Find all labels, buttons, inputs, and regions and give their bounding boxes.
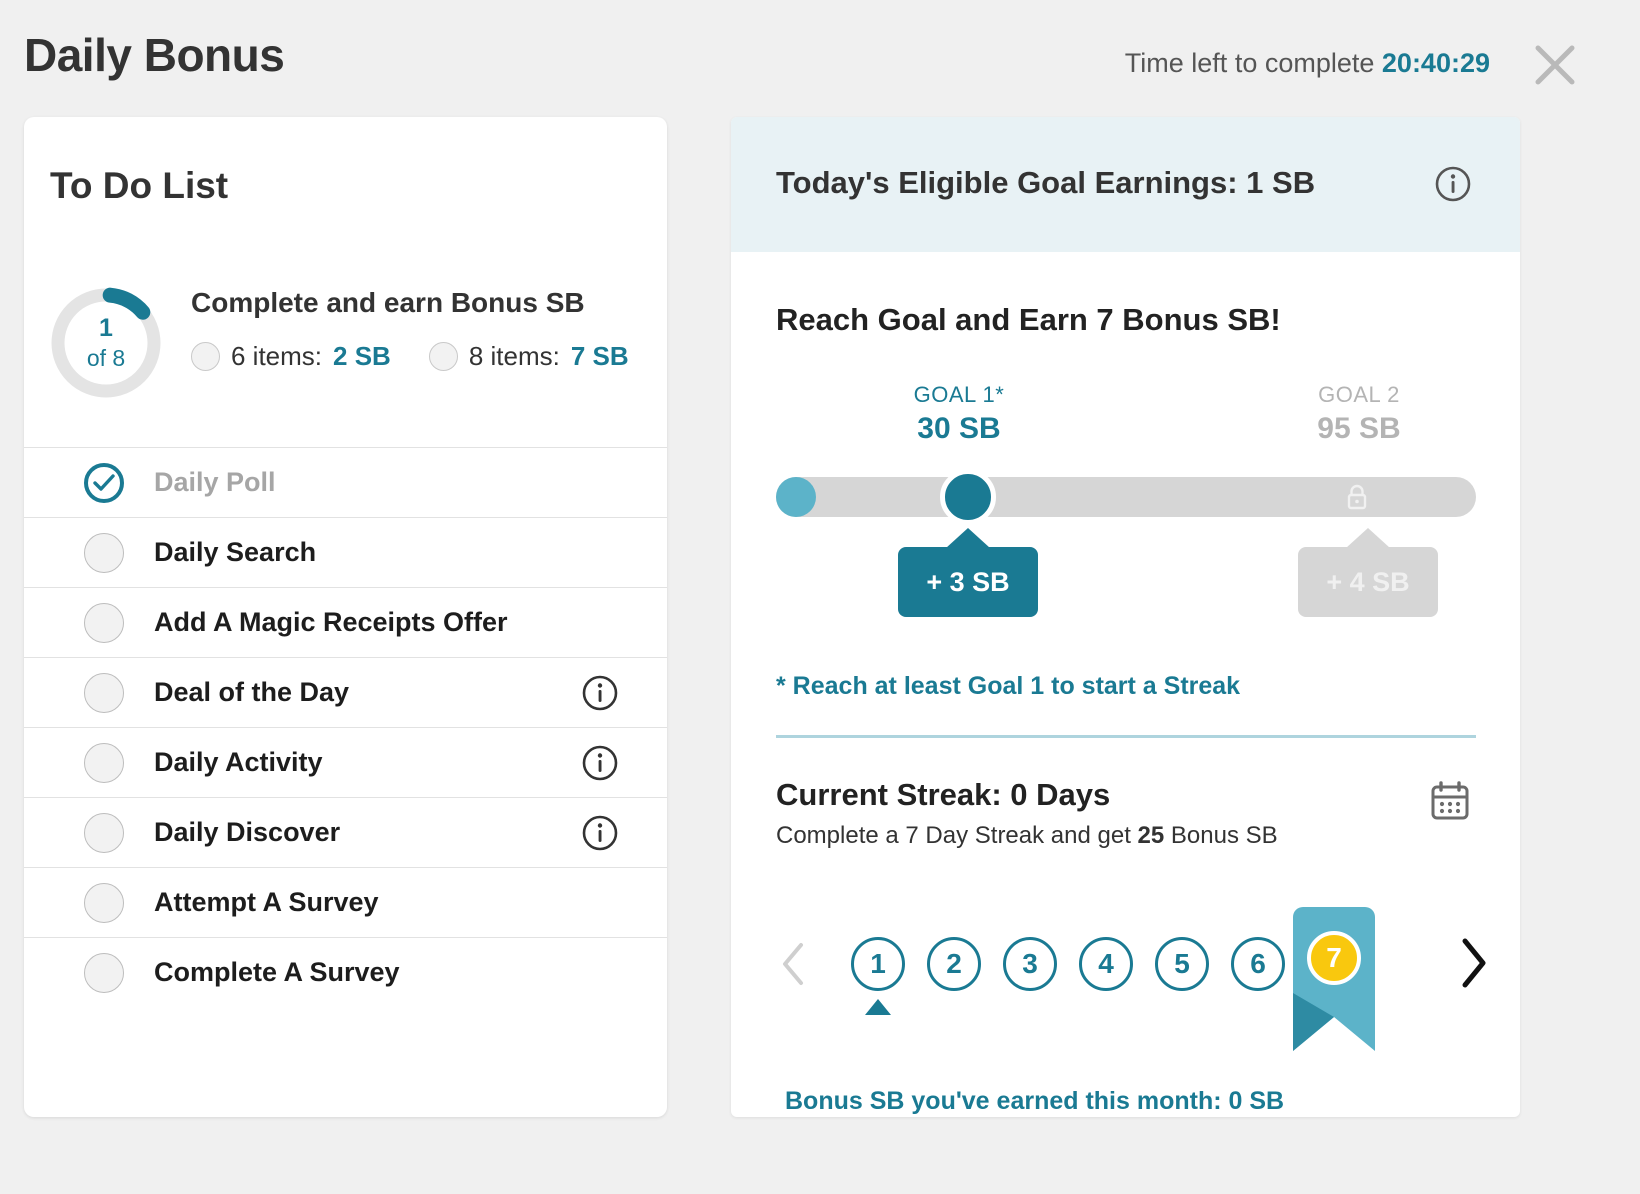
section-divider — [776, 735, 1476, 738]
todo-list-title: To Do List — [50, 165, 229, 206]
info-icon[interactable] — [1434, 165, 1472, 203]
progress-fill — [776, 477, 816, 517]
tier-8-indicator — [428, 342, 458, 371]
goal-banner-title: Today's Eligible Goal Earnings: 1 SB — [776, 165, 1316, 200]
streak-day-number: 6 — [1231, 937, 1285, 991]
streak-day[interactable]: 5 — [1155, 937, 1209, 991]
reward-day-badge: 7 — [1307, 931, 1361, 985]
todo-item-label: Deal of the Day — [154, 677, 350, 707]
tier-8-items: 8 items: 7 SB — [428, 341, 629, 372]
current-day-caret-icon — [865, 999, 891, 1015]
todo-item-label: Complete A Survey — [154, 957, 400, 987]
todo-row[interactable]: Daily Poll — [24, 447, 667, 517]
streak-sub-suffix: Bonus SB — [1164, 822, 1278, 849]
page-title: Daily Bonus — [24, 29, 285, 81]
info-icon[interactable] — [581, 814, 619, 852]
tier-6-reward: 2 SB — [333, 341, 391, 371]
goal-progress-slider: GOAL 1* 30 SB GOAL 2 95 SB + 3 SB + 4 SB — [776, 382, 1476, 617]
streak-sub-bonus: 25 — [1137, 822, 1165, 849]
goal-1-knob[interactable] — [940, 469, 996, 525]
streak-day[interactable]: 1 — [851, 937, 905, 1015]
streak-day-number: 2 — [927, 937, 981, 991]
goal-1-bonus-bubble: + 3 SB — [898, 547, 1038, 617]
reach-goal-title: Reach Goal and Earn 7 Bonus SB! — [776, 302, 1281, 337]
tier-6-indicator — [191, 342, 220, 371]
timer-label: Time left to complete — [1124, 48, 1375, 78]
todo-row[interactable]: Daily Discover — [24, 797, 667, 867]
todo-row[interactable]: Daily Activity — [24, 727, 667, 797]
chevron-right-icon[interactable] — [1457, 937, 1491, 989]
streak-day-number: 1 — [851, 937, 905, 991]
streak-reward-ribbon[interactable]: 7 — [1293, 907, 1375, 1051]
modal-header: Daily Bonus Time left to complete 20:40:… — [0, 0, 1640, 118]
goal-1-name: GOAL 1* — [913, 382, 1005, 407]
todo-row[interactable]: Daily Search — [24, 517, 667, 587]
todo-row[interactable]: Complete A Survey — [24, 937, 667, 1007]
streak-day-number: 4 — [1079, 937, 1133, 991]
streak-day[interactable]: 2 — [927, 937, 981, 991]
timer-value: 20:40:29 — [1381, 48, 1490, 78]
progress-total: of 8 — [86, 345, 126, 371]
streak-day[interactable]: 4 — [1079, 937, 1133, 991]
current-streak-title: Current Streak: 0 Days — [776, 777, 1111, 812]
streak-day-number: 5 — [1155, 937, 1209, 991]
goal-banner: Today's Eligible Goal Earnings: 1 SB — [731, 117, 1520, 252]
checkbox-icon[interactable] — [84, 742, 124, 783]
checkbox-icon[interactable] — [84, 882, 124, 923]
todo-item-label: Daily Search — [154, 537, 317, 567]
month-bonus-total: Bonus SB you've earned this month: 0 SB — [785, 1087, 1285, 1115]
todo-row[interactable]: Attempt A Survey — [24, 867, 667, 937]
info-icon[interactable] — [581, 744, 619, 782]
streak-subtitle: Complete a 7 Day Streak and get 25 Bonus… — [776, 822, 1278, 850]
streak-day[interactable]: 3 — [1003, 937, 1057, 991]
streak-note: * Reach at least Goal 1 to start a Strea… — [776, 672, 1241, 700]
goal-earnings-card: Today's Eligible Goal Earnings: 1 SB Rea… — [731, 117, 1520, 1117]
todo-item-label: Daily Poll — [154, 467, 276, 497]
streak-day-number: 3 — [1003, 937, 1057, 991]
progress-count: 1 — [99, 314, 113, 342]
goal-2-value: 95 SB — [1317, 412, 1401, 445]
progress-summary: 1 of 8 Complete and earn Bonus SB 6 item… — [24, 277, 667, 447]
goal-2-bonus-bubble: + 4 SB — [1298, 547, 1438, 617]
tier-8-label: 8 items: — [468, 341, 560, 371]
tier-row: 6 items: 2 SB 8 items: 7 SB — [191, 341, 629, 372]
checkbox-icon[interactable] — [84, 532, 124, 573]
goal-2-name: GOAL 2 — [1318, 382, 1400, 407]
todo-item-label: Add A Magic Receipts Offer — [154, 607, 508, 637]
checkbox-icon[interactable] — [84, 952, 124, 993]
goal-2-label: GOAL 2 95 SB — [1259, 382, 1459, 446]
tier-6-label: 6 items: — [231, 341, 323, 371]
todo-item-label: Daily Activity — [154, 747, 323, 777]
daily-bonus-modal: Daily Bonus Time left to complete 20:40:… — [0, 0, 1640, 1194]
countdown-timer: Time left to complete 20:40:29 — [1125, 48, 1490, 79]
earn-bonus-title: Complete and earn Bonus SB — [191, 287, 585, 318]
checkbox-icon[interactable] — [84, 812, 124, 853]
streak-day[interactable]: 6 — [1231, 937, 1285, 991]
todo-items-list: Daily Poll Daily Search Add A Magic Receip… — [24, 447, 667, 1007]
checkbox-checked-icon[interactable] — [84, 462, 124, 503]
todo-item-label: Daily Discover — [154, 817, 341, 847]
todo-list-card: To Do List 1 of 8 Complete and earn Bonu… — [24, 117, 667, 1117]
checkbox-icon[interactable] — [84, 672, 124, 713]
todo-row[interactable]: Add A Magic Receipts Offer — [24, 587, 667, 657]
calendar-icon[interactable] — [1428, 779, 1472, 823]
streak-day-pager: 1234567 — [761, 907, 1501, 1067]
todo-row[interactable]: Deal of the Day — [24, 657, 667, 727]
info-icon[interactable] — [581, 674, 619, 712]
lock-icon — [1342, 482, 1372, 512]
goal-1-label: GOAL 1* 30 SB — [859, 382, 1059, 446]
progress-ring: 1 of 8 — [50, 287, 162, 399]
goal-1-value: 30 SB — [917, 412, 1001, 445]
chevron-left-icon[interactable] — [779, 941, 809, 987]
close-icon[interactable] — [1532, 42, 1578, 88]
tier-8-reward: 7 SB — [570, 341, 629, 371]
tier-6-items: 6 items: 2 SB — [191, 341, 391, 372]
checkbox-icon[interactable] — [84, 602, 124, 643]
streak-sub-prefix: Complete a 7 Day Streak and get — [776, 822, 1138, 849]
todo-item-label: Attempt A Survey — [154, 887, 379, 917]
